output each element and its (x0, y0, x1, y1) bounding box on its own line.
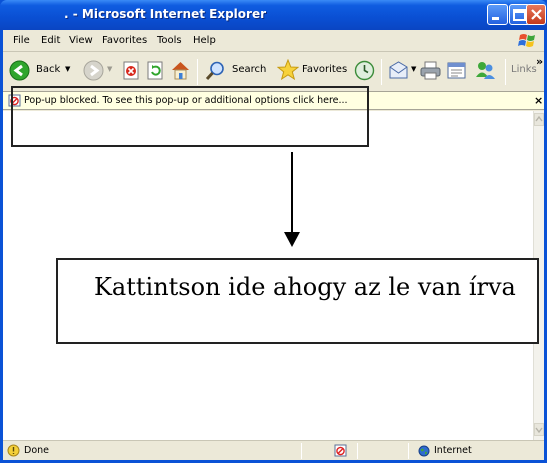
toolbar-separator (197, 59, 198, 85)
history-button[interactable] (353, 53, 377, 89)
stop-button[interactable] (121, 53, 143, 89)
toolbar-separator (505, 59, 506, 85)
menu-file[interactable]: File (13, 35, 30, 46)
back-button[interactable]: Back ▼ (7, 53, 73, 89)
edit-page-icon (447, 62, 466, 79)
home-button[interactable] (169, 53, 193, 89)
home-icon (172, 62, 189, 80)
scroll-down-button[interactable] (534, 423, 544, 436)
close-icon (531, 9, 542, 20)
popup-blocker-status-icon[interactable] (334, 444, 347, 457)
windows-logo-icon (518, 34, 535, 47)
mail-dropdown-icon[interactable]: ▼ (411, 65, 416, 73)
scroll-down-arrow-icon (535, 427, 543, 434)
search-button[interactable]: Search (203, 53, 269, 89)
instruction-callout: Kattintson ide ahogy az le van írva (56, 258, 539, 344)
mail-icon (389, 61, 408, 79)
page-done-icon (7, 444, 20, 457)
menu-tools[interactable]: Tools (157, 35, 182, 46)
edit-button[interactable] (445, 53, 469, 89)
search-label: Search (232, 64, 267, 75)
status-divider (301, 443, 302, 459)
scroll-up-arrow-icon (535, 115, 543, 122)
ie-window: . - Microsoft Internet Explorer File Edi… (0, 0, 547, 463)
close-window-button[interactable] (526, 4, 546, 25)
search-icon (205, 61, 224, 81)
menu-bar: File Edit View Favorites Tools Help (3, 30, 544, 52)
status-divider (408, 443, 409, 459)
window-title: . - Microsoft Internet Explorer (64, 7, 267, 21)
status-divider (357, 443, 358, 459)
history-clock-icon (354, 60, 375, 81)
messenger-icon (476, 62, 495, 79)
favorites-label: Favorites (302, 64, 348, 75)
refresh-button[interactable] (145, 53, 167, 89)
toolbar-separator (381, 59, 382, 85)
minimize-button[interactable] (487, 4, 508, 25)
favorites-star-icon (277, 59, 299, 81)
status-bar: Done Internet (3, 440, 544, 460)
internet-zone-globe-icon (418, 445, 430, 457)
favorites-button[interactable]: Favorites (275, 53, 349, 89)
security-zone-text: Internet (434, 445, 472, 456)
highlight-box-infobar (11, 86, 369, 147)
print-button[interactable] (419, 53, 443, 89)
menu-view[interactable]: View (69, 35, 93, 46)
instruction-text: Kattintson ide ahogy az le van írva (94, 273, 516, 301)
toolbar-overflow-chevron-icon[interactable]: » (536, 55, 543, 68)
printer-icon (420, 61, 441, 80)
menu-favorites[interactable]: Favorites (102, 35, 147, 46)
menu-edit[interactable]: Edit (41, 35, 60, 46)
back-label: Back (36, 64, 61, 75)
stop-icon (123, 61, 139, 80)
forward-dropdown-icon[interactable]: ▼ (107, 65, 112, 73)
forward-arrow-icon (83, 60, 104, 81)
messenger-button[interactable] (473, 53, 499, 89)
links-label[interactable]: Links (511, 64, 537, 75)
back-arrow-icon (9, 60, 30, 81)
scroll-up-button[interactable] (534, 113, 544, 126)
status-text: Done (24, 445, 49, 456)
minimize-icon (492, 17, 499, 20)
title-bar[interactable]: . - Microsoft Internet Explorer (0, 0, 547, 30)
menu-help[interactable]: Help (193, 35, 216, 46)
mail-button[interactable]: ▼ (387, 53, 419, 89)
forward-button[interactable]: ▼ (81, 53, 117, 89)
refresh-icon (147, 61, 163, 80)
back-dropdown-icon[interactable]: ▼ (65, 65, 70, 73)
infobar-close-icon[interactable]: × (534, 94, 543, 107)
